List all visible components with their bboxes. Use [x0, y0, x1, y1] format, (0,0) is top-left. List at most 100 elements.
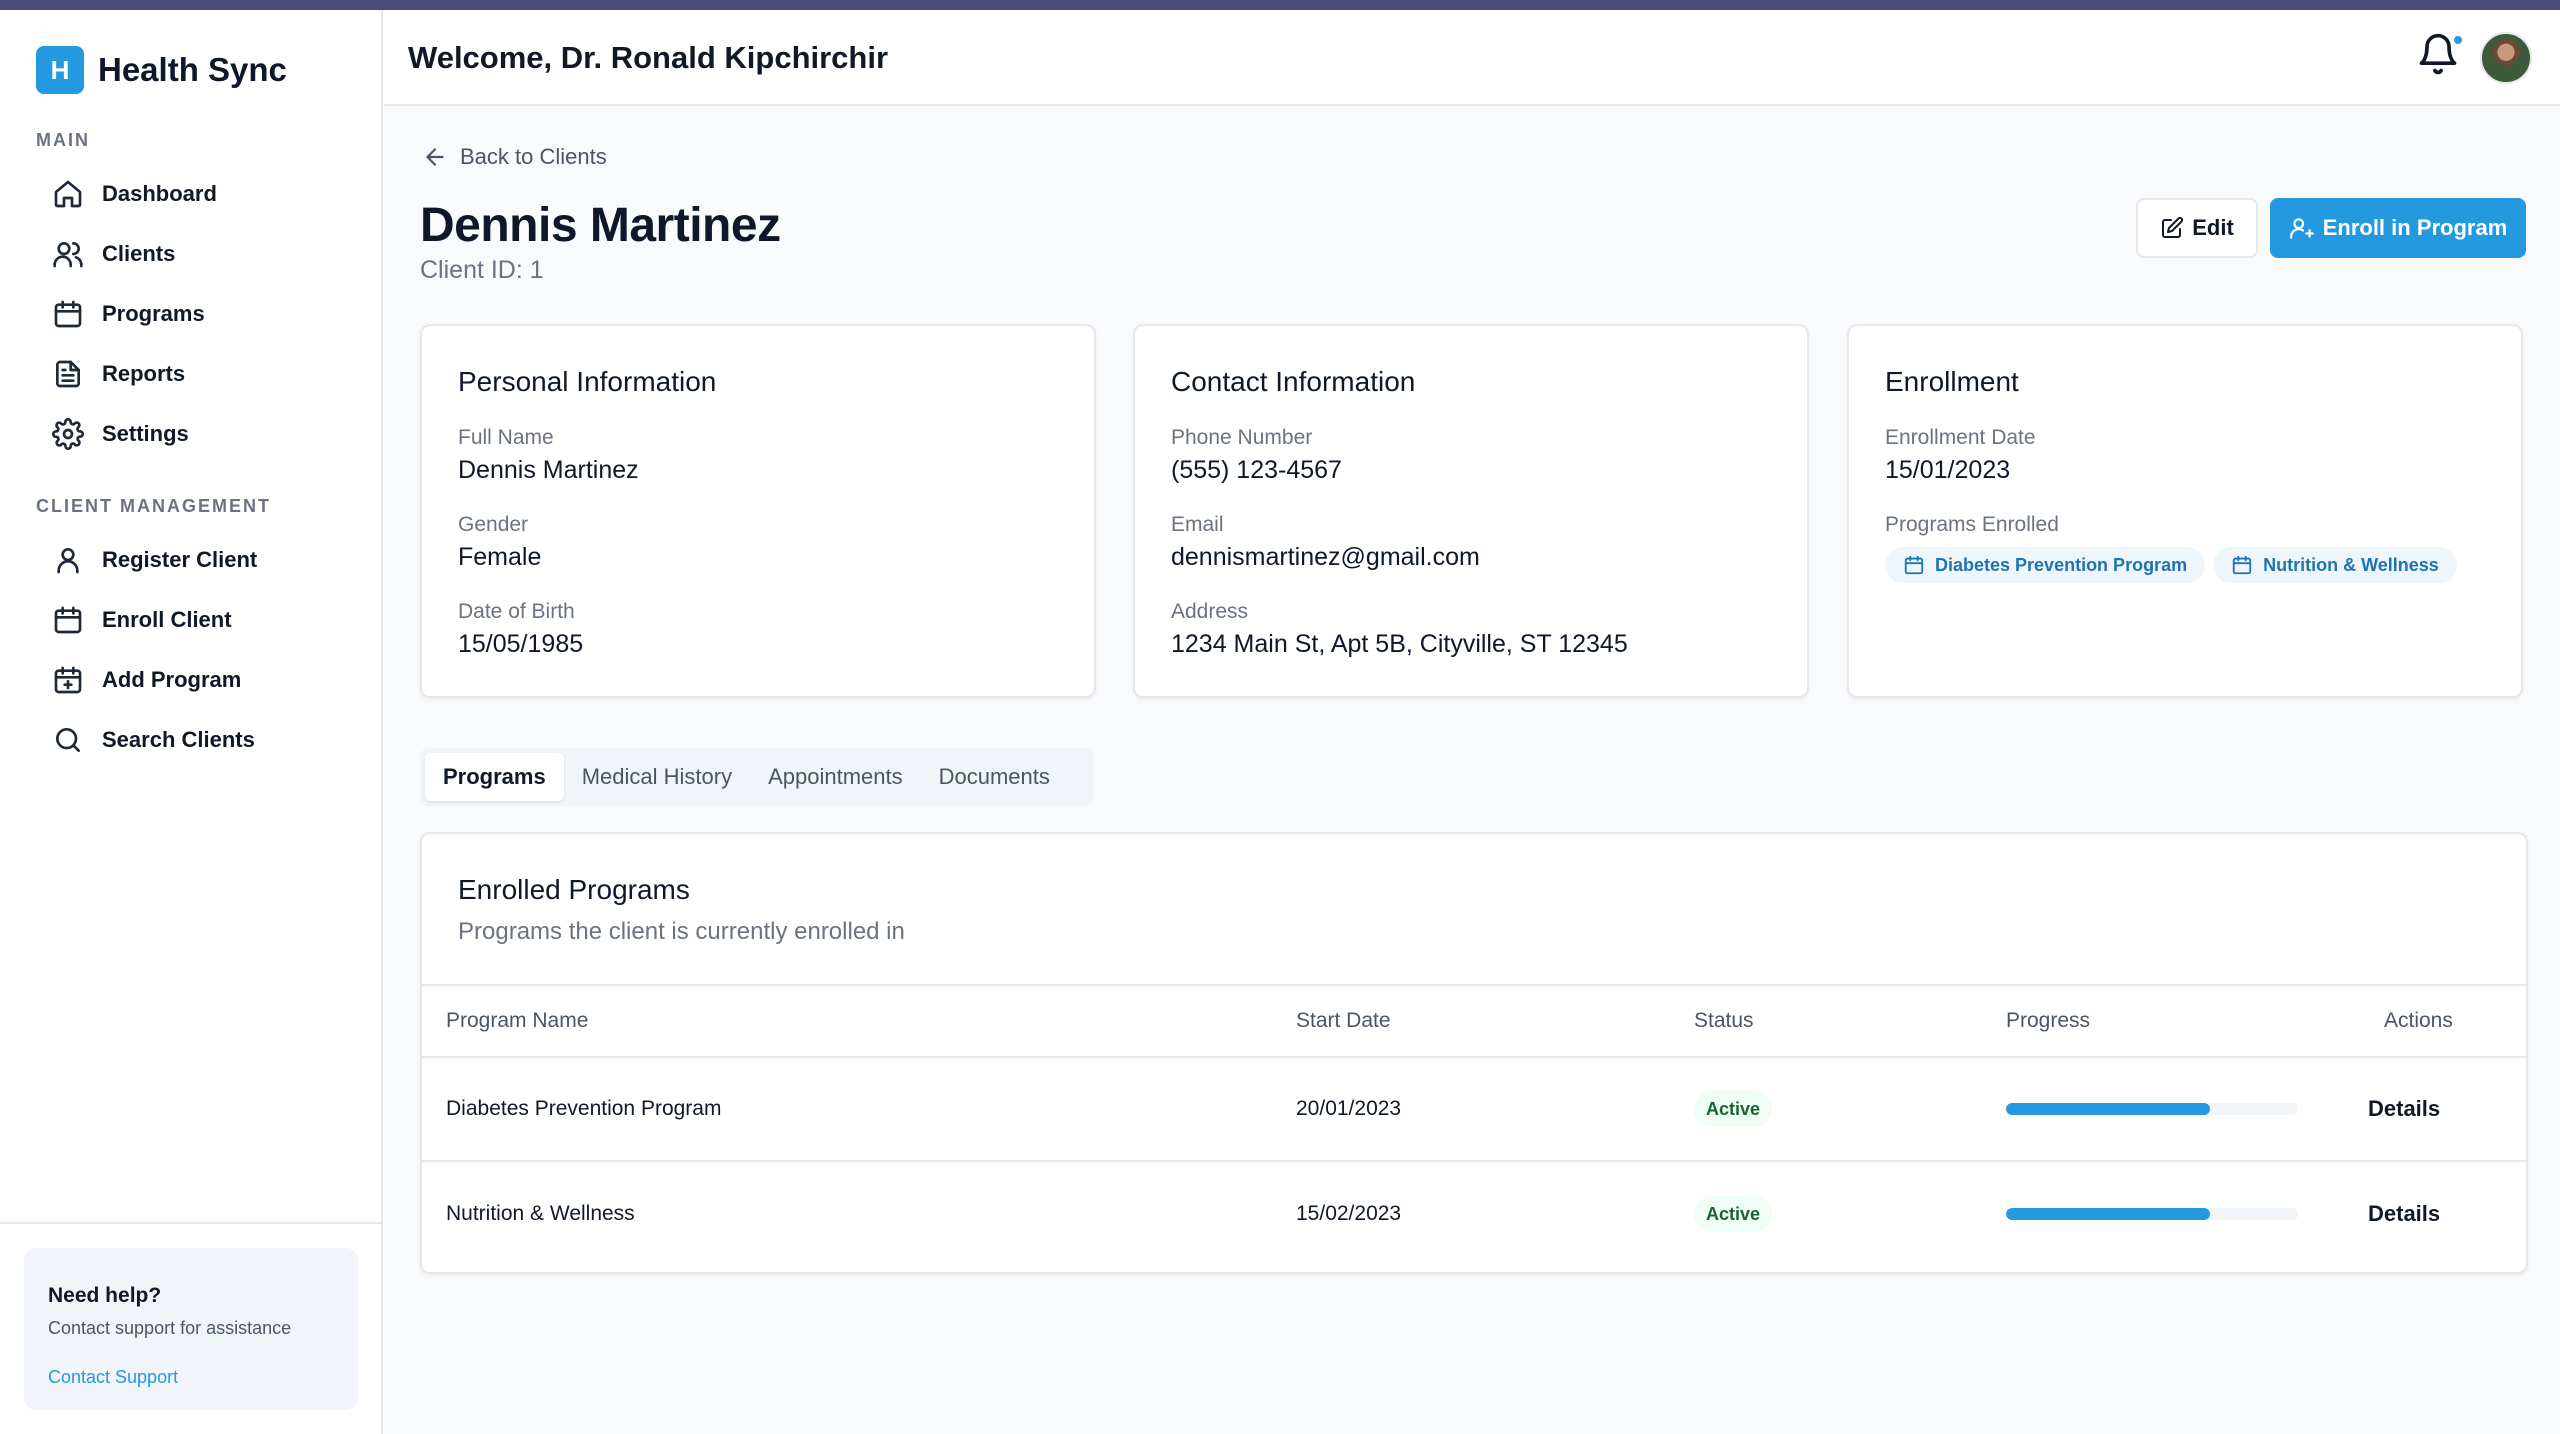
status-badge: Active [1694, 1091, 1773, 1127]
back-link-label: Back to Clients [460, 144, 607, 169]
sidebar-item-label: Programs [102, 301, 205, 326]
dob-label: Date of Birth [458, 600, 575, 623]
program-chip[interactable]: Nutrition & Wellness [2213, 547, 2457, 583]
address-value: 1234 Main St, Apt 5B, Cityville, ST 1234… [1171, 630, 1628, 658]
sidebar-item-register-client[interactable]: Register Client [52, 540, 257, 580]
column-header-progress: Progress [2006, 1009, 2091, 1032]
full-name-value: Dennis Martinez [458, 456, 639, 484]
calendar-icon [2232, 555, 2252, 575]
sidebar-item-enroll-client[interactable]: Enroll Client [52, 600, 232, 640]
address-label: Address [1171, 600, 1249, 623]
tab-medical-history[interactable]: Medical History [564, 753, 750, 801]
sidebar-divider [0, 1222, 381, 1224]
sidebar-item-dashboard[interactable]: Dashboard [52, 174, 217, 214]
calendar-icon [54, 300, 82, 328]
gear-icon [52, 418, 84, 450]
contact-information-card: Contact Information Phone Number (555) 1… [1133, 324, 1809, 698]
enrolled-programs-card: Enrolled Programs Programs the client is… [420, 832, 2528, 1274]
contact-support-link[interactable]: Contact Support [48, 1367, 334, 1388]
tab-documents[interactable]: Documents [921, 753, 1068, 801]
personal-information-card: Personal Information Full Name Dennis Ma… [420, 324, 1096, 698]
edit-button-label: Edit [2192, 215, 2234, 240]
main-content: Back to Clients Dennis Martinez Client I… [384, 106, 2560, 1434]
phone-label: Phone Number [1171, 426, 1313, 449]
phone-value: (555) 123-4567 [1171, 456, 1342, 484]
column-header-status: Status [1694, 1009, 1754, 1032]
enroll-button-label: Enroll in Program [2322, 215, 2508, 240]
brand[interactable]: H Health Sync [36, 46, 287, 94]
sidebar-item-label: Reports [102, 361, 186, 386]
progress-cell [2006, 1058, 2298, 1160]
sidebar-item-reports[interactable]: Reports [52, 354, 185, 394]
full-name-label: Full Name [458, 426, 554, 449]
card-subtitle: Programs the client is currently enrolle… [458, 918, 905, 945]
sidebar-item-add-program[interactable]: Add Program [52, 660, 241, 700]
column-header-actions: Actions [2384, 1009, 2453, 1032]
enroll-in-program-button[interactable]: Enroll in Program [2270, 198, 2526, 258]
progress-fill [2006, 1103, 2211, 1115]
user-plus-icon [2289, 218, 2314, 239]
notification-dot [2452, 34, 2464, 46]
header: Welcome, Dr. Ronald Kipchirchir [384, 10, 2560, 106]
sidebar-item-search-clients[interactable]: Search Clients [52, 720, 255, 760]
program-name-cell: Diabetes Prevention Program [446, 1097, 722, 1120]
search-icon [56, 728, 80, 752]
user-icon [57, 548, 79, 574]
users-icon [53, 242, 83, 268]
file-text-icon [56, 360, 80, 388]
sidebar-item-settings[interactable]: Settings [52, 414, 189, 454]
notifications-button[interactable] [2416, 32, 2464, 80]
program-chip[interactable]: Diabetes Prevention Program [1885, 547, 2206, 583]
edit-icon [2162, 216, 2184, 238]
status-cell: Active [1694, 1162, 1773, 1266]
help-card: Need help? Contact support for assistanc… [24, 1248, 358, 1410]
brand-name: Health Sync [98, 51, 287, 88]
top-accent-bar [0, 0, 2560, 10]
progress-bar [2006, 1103, 2298, 1115]
tab-appointments[interactable]: Appointments [750, 753, 921, 801]
gender-value: Female [458, 543, 542, 571]
details-button[interactable]: Details [2350, 1096, 2458, 1122]
help-title: Need help? [48, 1284, 162, 1307]
sidebar-item-clients[interactable]: Clients [52, 234, 175, 274]
enrolled-programs-header: Enrolled Programs Programs the client is… [422, 834, 2526, 986]
column-header-start-date: Start Date [1296, 1009, 1391, 1032]
sidebar-item-programs[interactable]: Programs [52, 294, 205, 334]
sidebar-item-label: Add Program [102, 667, 242, 692]
sidebar-item-label: Settings [102, 421, 189, 446]
sidebar-item-label: Dashboard [102, 181, 217, 206]
help-subtitle: Contact support for assistance [48, 1318, 292, 1338]
avatar[interactable] [2480, 32, 2532, 84]
progress-cell [2006, 1162, 2298, 1266]
card-title: Enrollment [1885, 366, 2019, 397]
brand-logo: H [36, 46, 84, 94]
progress-fill [2006, 1208, 2211, 1220]
table-header-row: Program Name Start Date Status Progress … [422, 986, 2526, 1058]
tab-programs[interactable]: Programs [425, 753, 564, 801]
actions-cell: Details [2350, 1162, 2458, 1266]
status-cell: Active [1694, 1058, 1773, 1160]
table-row: Diabetes Prevention Program 20/01/2023 A… [422, 1058, 2526, 1162]
page-title: Dennis Martinez [420, 199, 781, 252]
enrollment-card: Enrollment Enrollment Date 15/01/2023 Pr… [1847, 324, 2523, 698]
back-to-clients-link[interactable]: Back to Clients [422, 144, 607, 170]
column-header-program-name: Program Name [446, 1009, 589, 1032]
actions-cell: Details [2350, 1058, 2458, 1160]
program-name-cell: Nutrition & Wellness [446, 1202, 635, 1225]
start-date-cell: 15/02/2023 [1296, 1202, 1402, 1225]
edit-button[interactable]: Edit [2136, 198, 2258, 258]
details-button[interactable]: Details [2350, 1201, 2458, 1227]
home-icon [54, 180, 82, 208]
section-label-main: MAIN [36, 130, 90, 150]
sidebar-item-label: Enroll Client [102, 607, 232, 632]
sidebar-item-label: Register Client [102, 547, 258, 572]
table-row: Nutrition & Wellness 15/02/2023 Active D… [422, 1162, 2526, 1266]
status-badge: Active [1694, 1196, 1773, 1232]
program-chips: Diabetes Prevention Program Nutrition & … [1885, 547, 2485, 583]
program-chip-label: Nutrition & Wellness [2263, 554, 2439, 575]
arrow-left-icon [426, 148, 444, 166]
sidebar-item-label: Clients [102, 241, 176, 266]
sidebar-item-label: Search Clients [102, 727, 255, 752]
calendar-icon [1904, 555, 1924, 575]
sidebar: H Health Sync MAIN Dashboard Clients Pro… [0, 10, 383, 1434]
